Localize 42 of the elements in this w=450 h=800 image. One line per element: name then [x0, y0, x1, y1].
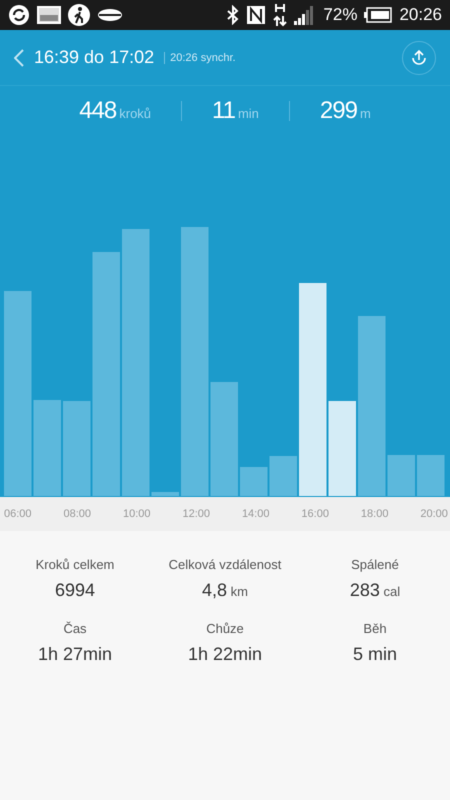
summary-unit: min: [238, 106, 259, 121]
stat-value: 5 min: [352, 644, 397, 665]
image-icon: [37, 6, 61, 24]
bluetooth-icon: [227, 5, 240, 25]
share-button[interactable]: [402, 40, 436, 74]
stat-value: 4,8 km: [202, 580, 248, 601]
time-range-title: 16:39 do 17:02: [34, 47, 154, 68]
summary-unit: kroků: [119, 106, 152, 121]
summary-value: 299: [320, 97, 357, 125]
stat-value: 1h 27min: [38, 644, 112, 665]
summary-value: 11: [212, 97, 235, 125]
stat-value: 6994: [54, 580, 96, 601]
band-icon: [97, 8, 123, 22]
sync-icon: [8, 4, 30, 26]
axis-label: 12:00: [182, 508, 210, 520]
stat-value: 283 cal: [350, 580, 400, 601]
stat-label: Kroků celkem: [36, 557, 114, 572]
sync-time: 20:26 synchr.: [164, 52, 236, 64]
axis-label: 08:00: [63, 508, 92, 520]
stat-label: Spálené: [351, 557, 399, 572]
stat-value: 1h 22min: [188, 644, 262, 665]
clock-time: 20:26: [399, 5, 442, 25]
stat-label: Běh: [363, 621, 387, 636]
upload-icon: [410, 48, 428, 66]
axis-label: 06:00: [4, 508, 32, 520]
battery-percent: 72%: [323, 5, 358, 25]
summary-value: 448: [79, 97, 116, 125]
axis-label: 10:00: [122, 508, 150, 520]
axis-label: 16:00: [301, 508, 329, 520]
summary-unit: m: [360, 106, 371, 121]
stat-label: Celková vzdálenost: [168, 557, 282, 572]
battery-icon: [364, 7, 392, 23]
nfc-icon: [246, 5, 266, 25]
walking-icon: [68, 4, 90, 26]
axis-label: 14:00: [242, 508, 270, 520]
back-button[interactable]: [14, 48, 24, 66]
back-icon: [14, 48, 24, 66]
axis-label: 20:00: [420, 508, 448, 520]
stat-label: Chůze: [206, 621, 244, 636]
data-arrows-icon: [273, 2, 288, 28]
stat-label: Čas: [63, 621, 87, 636]
axis-label: 18:00: [360, 508, 388, 520]
